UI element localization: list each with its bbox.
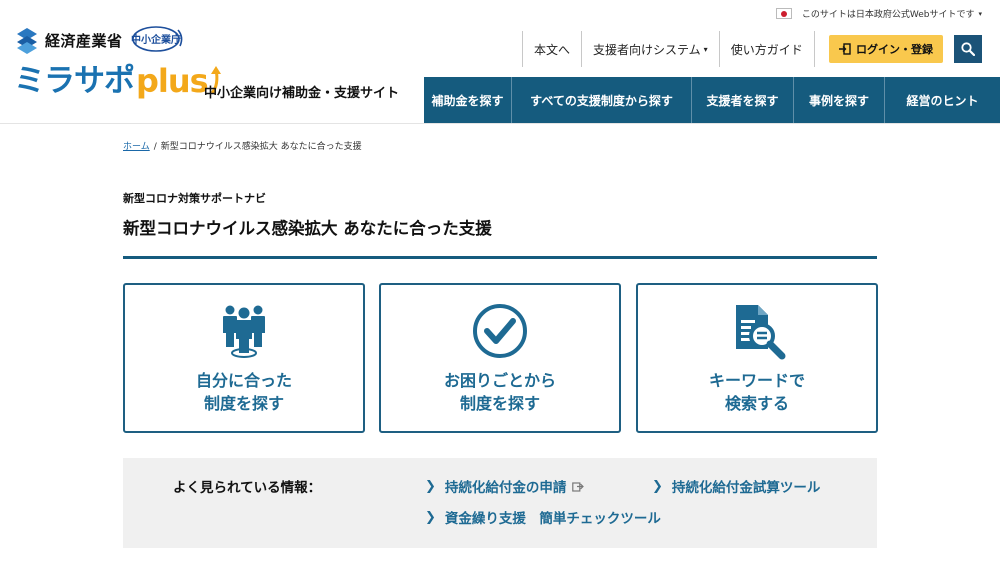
nav-find-supporters[interactable]: 支援者を探す: [692, 77, 794, 123]
chevron-right-icon: ❯: [425, 478, 436, 494]
gov-official-notice[interactable]: このサイトは日本政府公式Webサイトです ▾: [775, 7, 982, 20]
breadcrumb-current: 新型コロナウイルス感染拡大 あなたに合った支援: [160, 142, 362, 152]
meti-logo[interactable]: 経済産業省: [15, 26, 123, 54]
chevron-down-icon: ▾: [703, 44, 708, 54]
popular-info-label: よく見られている情報：: [173, 480, 322, 496]
plus-wordmark: plus: [136, 62, 209, 100]
card-find-suitable-programs[interactable]: 自分に合った 制度を探す: [123, 283, 365, 433]
card-find-by-problem[interactable]: お困りごとから 制度を探す: [379, 283, 621, 433]
link-subsidy-application[interactable]: ❯ 持続化給付金の申請: [425, 476, 585, 496]
chusho-name: 中小企業庁: [131, 33, 181, 46]
login-label: ログイン・登録: [856, 44, 933, 56]
chusho-logo[interactable]: 中小企業庁: [130, 24, 188, 54]
login-register-button[interactable]: ログイン・登録: [829, 35, 943, 63]
chevron-right-icon: ❯: [652, 478, 663, 494]
external-link-icon: [572, 481, 585, 492]
breadcrumb-separator: /: [153, 142, 157, 152]
link-funding-check-tool[interactable]: ❯ 資金繰り支援 簡単チェックツール: [425, 507, 661, 528]
util-usage-guide[interactable]: 使い方ガイド: [718, 31, 815, 67]
breadcrumb-home-link[interactable]: ホーム: [123, 142, 150, 152]
meti-name: 経済産業省: [45, 31, 123, 50]
chevron-down-icon: ▾: [978, 9, 982, 18]
nav-all-programs[interactable]: すべての支援制度から探す: [512, 77, 692, 123]
site-subtitle: 中小企業向け補助金・支援サイト: [204, 86, 400, 101]
section-eyebrow: 新型コロナ対策サポートナビ: [123, 192, 266, 205]
people-icon: [223, 305, 265, 358]
search-button[interactable]: [954, 35, 982, 63]
util-supporter-system[interactable]: 支援者向けシステム ▾: [581, 31, 719, 67]
japan-flag-icon: [775, 8, 792, 19]
card-label: キーワードで 検索する: [708, 371, 805, 413]
breadcrumb: ホーム / 新型コロナウイルス感染拡大 あなたに合った支援: [123, 139, 362, 152]
gov-official-text: このサイトは日本政府公式Webサイトです: [801, 10, 975, 20]
card-label: 自分に合った 制度を探す: [195, 371, 292, 413]
card-keyword-search[interactable]: キーワードで 検索する: [636, 283, 878, 433]
search-icon: [961, 42, 975, 56]
util-skip-to-content[interactable]: 本文へ: [522, 31, 581, 67]
link-subsidy-calculator[interactable]: ❯ 持続化給付金試算ツール: [652, 476, 820, 497]
checkmark-circle-icon: [473, 304, 527, 358]
card-label: お困りごとから 制度を探す: [443, 371, 556, 413]
chevron-right-icon: ❯: [425, 509, 436, 525]
nav-find-subsidies[interactable]: 補助金を探す: [424, 77, 512, 123]
mirasapo-wordmark: ミラサポ: [14, 63, 135, 99]
nav-management-hints[interactable]: 経営のヒント: [885, 77, 1000, 123]
mirasapo-plus-logo[interactable]: ミラサポ plus: [14, 64, 223, 98]
site-header: このサイトは日本政府公式Webサイトです ▾ 経済産業省 中小企業庁 ミラサポ …: [0, 0, 1000, 124]
login-door-icon: [839, 43, 851, 55]
main-nav: 補助金を探す すべての支援制度から探す 支援者を探す 事例を探す 経営のヒント: [424, 77, 1000, 123]
meti-mark-icon: [17, 28, 37, 54]
popular-info-panel: よく見られている情報： ❯ 持続化給付金の申請 ❯ 持続化給付金試算ツール ❯ …: [123, 458, 877, 548]
page-title: 新型コロナウイルス感染拡大 あなたに合った支援: [123, 219, 492, 238]
document-search-icon: [736, 305, 786, 360]
nav-find-cases[interactable]: 事例を探す: [794, 77, 885, 123]
title-divider: [123, 256, 877, 259]
utility-nav: 本文へ 支援者向けシステム ▾ 使い方ガイド: [522, 31, 815, 67]
